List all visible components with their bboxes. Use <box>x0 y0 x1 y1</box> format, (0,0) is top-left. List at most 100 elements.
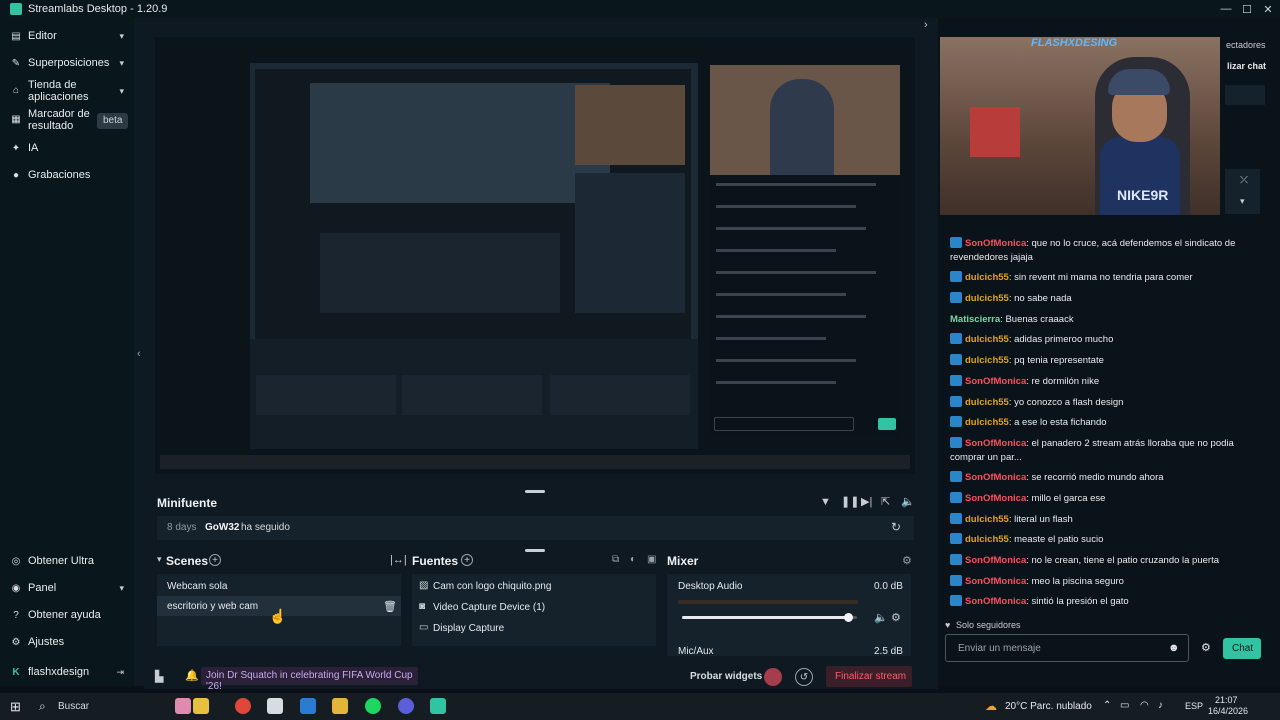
chevron-down-icon[interactable]: ▾ <box>157 554 162 565</box>
wifi-icon[interactable]: ◠ <box>1140 700 1149 711</box>
hide-source-icon[interactable]: ◐ <box>630 554 636 565</box>
chat-input[interactable]: Enviar un mensaje ☻ <box>945 634 1189 662</box>
minimize-icon[interactable]: — <box>1215 0 1237 18</box>
chat-username[interactable]: SonOfMonica <box>965 438 1026 449</box>
nested-screen <box>250 63 698 349</box>
maximize-icon[interactable]: ☐ <box>1236 0 1258 18</box>
add-source-icon[interactable]: + <box>461 554 473 566</box>
chat-username[interactable]: SonOfMonica <box>965 376 1026 387</box>
file-explorer-icon[interactable] <box>332 698 348 714</box>
chat-username[interactable]: dulcich55 <box>965 397 1009 408</box>
chevron-up-icon[interactable]: ⌃ <box>1103 700 1111 711</box>
replay-buffer-icon[interactable]: ↺ <box>795 668 813 686</box>
gear-icon[interactable]: ⚙ <box>902 554 912 567</box>
windows-start-icon[interactable]: ⊞ <box>10 699 21 715</box>
prime-badge-icon <box>950 471 962 482</box>
chat-username[interactable]: dulcich55 <box>965 417 1009 428</box>
source-item[interactable]: ▭ Display Capture <box>412 618 656 638</box>
prime-badge-icon <box>950 354 962 365</box>
sidebar-item-panel[interactable]: ◉ Panel ▾ <box>0 580 134 596</box>
flowers-icon[interactable] <box>193 698 209 714</box>
collapse-sidebar-icon[interactable]: ‹ <box>137 348 141 360</box>
chat-username[interactable]: dulcich55 <box>965 293 1009 304</box>
chrome-icon[interactable] <box>235 698 251 714</box>
filter-icon[interactable]: ▼ <box>820 496 831 508</box>
volume-slider[interactable] <box>682 613 857 622</box>
source-group-icon[interactable]: ⧉ <box>612 554 619 565</box>
source-item[interactable]: ▨ Cam con logo chiquito.png <box>412 576 656 596</box>
skip-icon[interactable]: ▶| <box>861 495 872 508</box>
chat-text: : adidas primeroo mucho <box>1008 334 1114 345</box>
add-scene-icon[interactable]: + <box>209 554 221 566</box>
battery-icon[interactable]: ▭ <box>1120 700 1129 711</box>
emoji-icon[interactable]: ☻ <box>1168 642 1180 654</box>
sidebar-item-editor[interactable]: ▤ Editor ▾ <box>0 28 134 44</box>
mixer-panel: Desktop Audio 0.0 dB 🔈 ⚙ Mic/Aux 2.5 dB <box>667 574 911 656</box>
send-chat-button[interactable]: Chat <box>1223 638 1261 659</box>
folder-icon[interactable]: ▣ <box>647 554 656 565</box>
sidebar-item-label: Editor <box>28 30 57 42</box>
tulip-icon[interactable] <box>175 698 191 714</box>
sidebar-item-scoreboard[interactable]: ▦ Marcador de resultado beta <box>0 107 134 133</box>
spotify-icon[interactable] <box>365 698 381 714</box>
chat-username[interactable]: SonOfMonica <box>965 555 1026 566</box>
popout-icon[interactable]: ⇱ <box>881 495 890 508</box>
drag-handle[interactable] <box>525 549 545 552</box>
logout-icon[interactable]: ⇥ <box>116 667 124 678</box>
search-box[interactable]: ⌕ Buscar <box>33 695 168 718</box>
store-icon[interactable] <box>267 698 283 714</box>
sidebar-item-ia[interactable]: ✦ IA <box>0 140 134 156</box>
chat-username[interactable]: SonOfMonica <box>965 472 1026 483</box>
discord-icon[interactable] <box>398 698 414 714</box>
chat-message: dulcich55: adidas primeroo mucho <box>950 333 1250 347</box>
record-icon[interactable] <box>764 668 782 686</box>
chat-username[interactable]: SonOfMonica <box>965 493 1026 504</box>
user-profile[interactable]: K flashxdesign ⇥ <box>0 664 134 680</box>
replay-icon[interactable]: ↻ <box>891 520 901 534</box>
sidebar-item-settings[interactable]: ⚙ Ajustes <box>0 634 134 650</box>
clock-date[interactable]: 16/4/2026 <box>1208 706 1248 716</box>
sidebar-item-overlays[interactable]: ✎ Superposiciones ▾ <box>0 55 134 71</box>
chevron-down-icon[interactable]: ▾ <box>1240 196 1245 207</box>
promo-banner[interactable]: Join Dr Squatch in celebrating FIFA Worl… <box>201 667 418 692</box>
chat-username[interactable]: SonOfMonica <box>965 596 1026 607</box>
popout-chat-label[interactable]: lizar chat <box>1227 61 1266 71</box>
chat-username[interactable]: Matiscierra <box>950 314 1000 325</box>
volume-icon[interactable]: ♪ <box>1158 700 1163 711</box>
sidebar-item-help[interactable]: ? Obtener ayuda <box>0 607 134 623</box>
chat-message: dulcich55: literal un flash <box>950 513 1250 527</box>
scene-item[interactable]: Webcam sola <box>157 576 401 596</box>
sidebar-item-recordings[interactable]: ● Grabaciones <box>0 167 134 183</box>
sidebar-item-ultra[interactable]: ◎ Obtener Ultra <box>0 553 134 569</box>
streamlabs-icon[interactable] <box>430 698 446 714</box>
chat-username[interactable]: dulcich55 <box>965 514 1009 525</box>
drag-handle[interactable] <box>525 490 545 493</box>
bell-icon[interactable]: 🔔 <box>185 669 199 682</box>
hide-icon[interactable]: ⤫ <box>1240 175 1248 186</box>
scenes-list: Webcam sola escritorio y web cam 🗑 ☝ <box>157 574 401 646</box>
volume-icon[interactable]: 🔈 <box>901 495 915 508</box>
language-label[interactable]: ESP <box>1185 701 1203 711</box>
gear-icon[interactable]: ⚙ <box>891 611 901 624</box>
end-stream-button[interactable]: Finalizar stream <box>826 666 912 687</box>
stream-preview[interactable] <box>155 37 915 474</box>
chat-username[interactable]: SonOfMonica <box>965 238 1026 249</box>
outlook-icon[interactable] <box>300 698 316 714</box>
gear-icon[interactable]: ⚙ <box>1201 641 1211 654</box>
sidebar-item-store[interactable]: ⌂ Tienda de aplicaciones ▾ <box>0 78 134 104</box>
chat-username[interactable]: dulcich55 <box>965 272 1009 283</box>
pause-icon[interactable]: ❚❚ <box>841 495 859 508</box>
scene-transitions-icon[interactable]: |↔| <box>390 554 407 566</box>
clock-time[interactable]: 21:07 <box>1215 695 1238 705</box>
chat-username[interactable]: dulcich55 <box>965 355 1009 366</box>
chat-username[interactable]: SonOfMonica <box>965 576 1026 587</box>
chat-username[interactable]: dulcich55 <box>965 334 1009 345</box>
close-icon[interactable]: ✕ <box>1257 0 1279 18</box>
trash-icon[interactable]: 🗑 <box>383 600 397 613</box>
chat-message: SonOfMonica: el panadero 2 stream atrás … <box>950 437 1250 465</box>
chat-username[interactable]: dulcich55 <box>965 534 1009 545</box>
stats-icon[interactable]: ▙ <box>155 670 163 683</box>
volume-icon[interactable]: 🔈 <box>874 611 888 624</box>
source-item[interactable]: ◙ Video Capture Device (1) <box>412 597 656 617</box>
collapse-chat-icon[interactable]: › <box>924 19 928 31</box>
